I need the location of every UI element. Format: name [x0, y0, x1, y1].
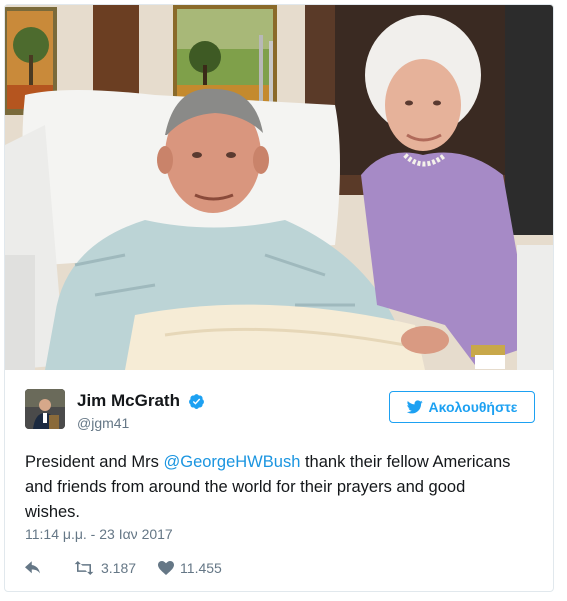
tweet-card: Jim McGrath @jgm41 Ακολουθήστε President… [4, 4, 554, 592]
reply-icon [25, 561, 40, 574]
retweet-button[interactable]: 3.187 [73, 560, 136, 576]
like-button[interactable]: 11.455 [158, 560, 222, 576]
author-name[interactable]: Jim McGrath [77, 391, 180, 411]
bird-icon [406, 400, 423, 414]
tweet-text: President and Mrs @GeorgeHWBush thank th… [25, 450, 515, 525]
tweet-text-start: President and Mrs [25, 453, 164, 471]
tweet-header: Jim McGrath @jgm41 Ακολουθήστε [25, 387, 535, 431]
follow-button[interactable]: Ακολουθήστε [389, 391, 535, 423]
tweet-photo[interactable] [5, 5, 553, 370]
like-count: 11.455 [180, 560, 222, 576]
heart-icon [158, 561, 175, 575]
avatar-image [25, 389, 65, 429]
author-names: Jim McGrath @jgm41 [77, 391, 205, 431]
retweet-count: 3.187 [101, 560, 137, 576]
hospital-photo-illustration [5, 5, 553, 370]
tweet-actions: 3.187 11.455 [25, 557, 222, 579]
avatar[interactable] [25, 389, 65, 429]
author-handle[interactable]: @jgm41 [77, 415, 205, 431]
reply-button[interactable] [25, 561, 49, 575]
retweet-icon [74, 561, 94, 575]
verified-badge-icon [188, 393, 205, 410]
mention-link[interactable]: @GeorgeHWBush [163, 453, 300, 471]
tweet-timestamp[interactable]: 11:14 μ.μ. - 23 Ιαν 2017 [25, 526, 173, 542]
follow-button-label: Ακολουθήστε [428, 399, 518, 415]
